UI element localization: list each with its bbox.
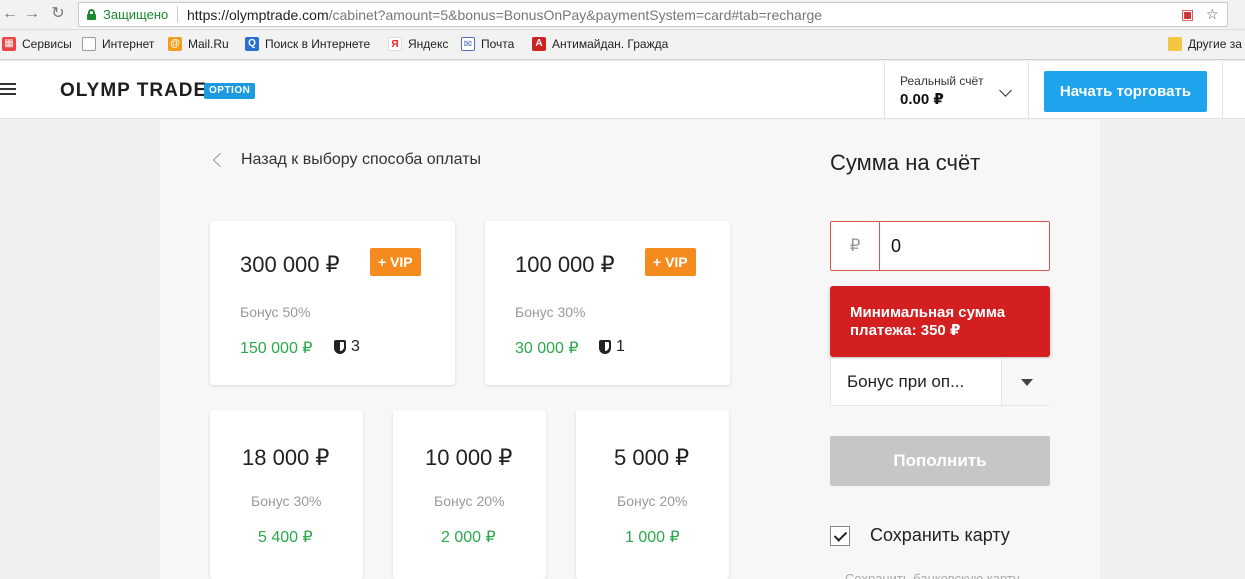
shield-count: 1 xyxy=(599,338,625,356)
min-amount-error-tooltip: Минимальная сумма платежа: 350 ₽ xyxy=(830,286,1050,357)
save-card-footnote: Сохранить банковскую карту xyxy=(845,571,1020,579)
card-bonus: Бонус 30% xyxy=(515,304,586,320)
vip-badge: + VIP xyxy=(370,248,421,276)
card-bonus: Бонус 20% xyxy=(617,493,688,509)
chevron-left-icon xyxy=(212,152,228,168)
bonus-select-value: Бонус при оп... xyxy=(847,372,965,391)
url-text: https://olymptrade.com/cabinet?amount=5&… xyxy=(187,7,823,23)
amount-field: ₽ xyxy=(830,221,1050,271)
card-amount: 5 000 ₽ xyxy=(614,445,690,470)
star-icon[interactable]: ☆ xyxy=(1206,6,1219,23)
top-up-button[interactable]: Пополнить xyxy=(830,436,1050,486)
deposit-card-5000[interactable]: 5 000 ₽ Бонус 20% 1 000 ₽ xyxy=(576,410,729,579)
amount-input[interactable] xyxy=(891,234,1041,258)
bonus-select[interactable]: Бонус при оп... xyxy=(830,358,1050,406)
card-bonus: Бонус 20% xyxy=(434,493,505,509)
bookmark-search[interactable]: Q Поиск в Интернете xyxy=(245,37,370,51)
yandex-icon: Я xyxy=(388,37,402,51)
blocked-popup-icon[interactable]: ▣ xyxy=(1181,6,1194,23)
shield-icon xyxy=(334,340,346,354)
page-icon xyxy=(82,37,96,51)
card-amount: 100 000 ₽ xyxy=(515,252,615,277)
card-bonus-amount: 1 000 ₽ xyxy=(625,529,680,546)
card-amount: 10 000 ₽ xyxy=(425,445,513,470)
reload-icon[interactable]: ↻ xyxy=(48,4,68,24)
save-card-checkbox[interactable] xyxy=(830,525,850,546)
shield-count: 3 xyxy=(334,338,360,356)
deposit-card-100000[interactable]: 100 000 ₽ + VIP Бонус 30% 30 000 ₽ 1 xyxy=(485,221,730,385)
deposit-card-18000[interactable]: 18 000 ₽ Бонус 30% 5 400 ₽ xyxy=(210,410,363,579)
card-amount: 18 000 ₽ xyxy=(242,445,330,470)
card-bonus-amount: 5 400 ₽ xyxy=(258,529,313,546)
bookmark-antimaidan[interactable]: A Антимайдан. Гражда xyxy=(532,37,668,51)
bookmark-mailru[interactable]: @ Mail.Ru xyxy=(168,37,229,51)
bookmark-services[interactable]: ▦ Сервисы xyxy=(2,37,72,51)
start-trading-button[interactable]: Начать торговать xyxy=(1044,71,1207,112)
folder-icon xyxy=(1168,37,1182,51)
save-card-row[interactable]: Сохранить карту xyxy=(830,525,1010,546)
secure-label: Защищено xyxy=(103,7,169,22)
card-bonus-amount: 150 000 ₽ xyxy=(240,340,313,357)
shield-icon xyxy=(599,340,611,354)
card-bonus: Бонус 50% xyxy=(240,304,311,320)
mail-icon: ✉ xyxy=(461,37,475,51)
chevron-down-icon[interactable] xyxy=(999,84,1012,97)
bookmark-other[interactable]: Другие за xyxy=(1168,37,1242,51)
account-type-label: Реальный счёт xyxy=(900,74,984,88)
bookmark-yandex[interactable]: Я Яндекс xyxy=(388,37,448,51)
site-icon: A xyxy=(532,37,546,51)
apps-icon: ▦ xyxy=(2,37,16,51)
mailru-icon: @ xyxy=(168,37,182,51)
bookmark-internet[interactable]: Интернет xyxy=(82,37,154,51)
bookmarks-bar: ▦ Сервисы Интернет @ Mail.Ru Q Поиск в Инте… xyxy=(0,31,1245,60)
vip-badge: + VIP xyxy=(645,248,696,276)
card-bonus-amount: 30 000 ₽ xyxy=(515,340,579,357)
browser-address-bar: ← → ↻ Защищено https://olymptrade.com/ca… xyxy=(0,0,1245,30)
back-arrow-icon[interactable]: ← xyxy=(0,4,20,24)
menu-icon[interactable] xyxy=(0,83,16,95)
back-link[interactable]: Назад к выбору способа оплаты xyxy=(212,151,481,169)
option-badge: OPTION xyxy=(204,83,256,99)
account-balance: 0.00 ₽ xyxy=(900,91,944,108)
bookmark-mail[interactable]: ✉ Почта xyxy=(461,37,514,51)
panel-title: Сумма на счёт xyxy=(830,150,981,175)
lock-icon xyxy=(87,9,96,20)
card-bonus: Бонус 30% xyxy=(251,493,322,509)
deposit-card-300000[interactable]: 300 000 ₽ + VIP Бонус 50% 150 000 ₽ 3 xyxy=(210,221,455,385)
forward-arrow-icon[interactable]: → xyxy=(22,4,42,24)
save-card-label: Сохранить карту xyxy=(870,525,1010,545)
search-icon: Q xyxy=(245,37,259,51)
caret-down-icon[interactable] xyxy=(1001,359,1050,405)
currency-symbol: ₽ xyxy=(831,222,880,270)
card-amount: 300 000 ₽ xyxy=(240,252,340,277)
url-bar[interactable]: Защищено https://olymptrade.com/cabinet?… xyxy=(78,2,1228,27)
site-header: OLYMP TRADE OPTION Реальный счёт 0.00 ₽ … xyxy=(0,61,1245,119)
deposit-card-10000[interactable]: 10 000 ₽ Бонус 20% 2 000 ₽ xyxy=(393,410,546,579)
card-bonus-amount: 2 000 ₽ xyxy=(441,529,496,546)
olymp-trade-logo[interactable]: OLYMP TRADE xyxy=(60,80,207,102)
